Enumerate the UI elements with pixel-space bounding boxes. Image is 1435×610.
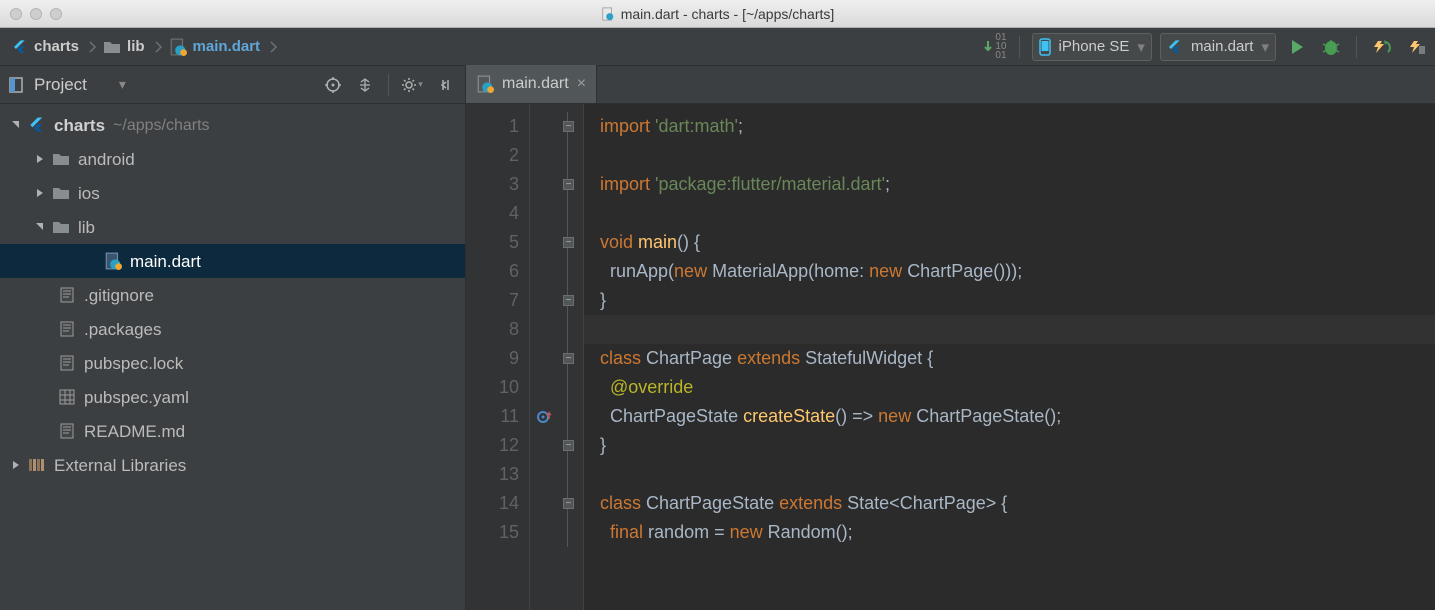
device-selector[interactable]: iPhone SE ▾ xyxy=(1032,33,1152,61)
tab-label: main.dart xyxy=(502,75,569,93)
text-file-icon xyxy=(56,321,78,337)
project-sidebar: Project ▾ ▾ charts ~/apps/charts an xyxy=(0,66,466,610)
hot-restart-button[interactable] xyxy=(1403,34,1429,60)
chevron-down-icon: ▾ xyxy=(1137,38,1145,56)
expand-arrow-icon[interactable] xyxy=(30,222,50,232)
folder-icon xyxy=(103,40,121,54)
tree-hint: ~/apps/charts xyxy=(113,112,210,139)
project-tool-header: Project ▾ ▾ xyxy=(0,66,465,104)
tree-root[interactable]: charts ~/apps/charts xyxy=(0,108,465,142)
tree-file[interactable]: pubspec.yaml xyxy=(0,380,465,414)
tree-folder[interactable]: lib xyxy=(0,210,465,244)
breadcrumb: charts lib main.dart xyxy=(6,33,278,61)
traffic-lights xyxy=(10,8,62,20)
dart-file-icon xyxy=(169,38,187,56)
project-tree[interactable]: charts ~/apps/charts android ios lib xyxy=(0,104,465,482)
text-file-icon xyxy=(56,355,78,371)
flutter-icon xyxy=(12,39,28,55)
tree-label: External Libraries xyxy=(54,452,186,479)
tree-label: README.md xyxy=(84,418,185,445)
runconfig-selector[interactable]: main.dart ▾ xyxy=(1160,33,1276,61)
chevron-down-icon[interactable]: ▾ xyxy=(119,76,126,93)
collapse-arrow-icon[interactable] xyxy=(6,460,26,470)
text-file-icon xyxy=(56,423,78,439)
runconfig-label: main.dart xyxy=(1191,38,1254,55)
tree-label: pubspec.yaml xyxy=(84,384,189,411)
separator xyxy=(388,74,389,96)
breadcrumb-label: lib xyxy=(127,38,145,55)
collapse-arrow-icon[interactable] xyxy=(30,188,50,198)
breadcrumb-item[interactable]: main.dart xyxy=(163,33,271,61)
debug-button[interactable] xyxy=(1318,34,1344,60)
tree-folder[interactable]: ios xyxy=(0,176,465,210)
editor-area: main.dart × 123456789101112131415 −−−−−−… xyxy=(466,66,1435,610)
breadcrumb-label: main.dart xyxy=(193,38,261,55)
dart-file-icon xyxy=(102,252,124,270)
download-icon[interactable]: 011001 xyxy=(983,33,1006,60)
project-view-icon[interactable] xyxy=(8,76,26,94)
titlebar: main.dart - charts - [~/apps/charts] xyxy=(0,0,1435,28)
library-icon xyxy=(26,457,48,473)
tree-file[interactable]: README.md xyxy=(0,414,465,448)
tree-file-selected[interactable]: main.dart xyxy=(0,244,465,278)
code-content[interactable]: import 'dart:math'; import 'package:flut… xyxy=(584,104,1435,610)
tree-label: .gitignore xyxy=(84,282,154,309)
breadcrumb-label: charts xyxy=(34,38,79,55)
close-window-icon[interactable] xyxy=(10,8,22,20)
separator xyxy=(1019,36,1020,58)
tree-label: charts xyxy=(54,112,105,139)
hide-button[interactable] xyxy=(431,72,457,98)
separator xyxy=(1356,36,1357,58)
dart-file-icon xyxy=(601,7,615,21)
gear-icon[interactable]: ▾ xyxy=(399,72,425,98)
fold-column[interactable]: −−−−−−− xyxy=(560,104,584,610)
hot-reload-button[interactable] xyxy=(1369,34,1395,60)
navigation-bar: charts lib main.dart 011001 iPhone SE ▾ xyxy=(0,28,1435,66)
dart-file-icon xyxy=(476,75,494,93)
chevron-right-icon xyxy=(270,33,278,61)
phone-icon xyxy=(1039,38,1051,56)
code-editor[interactable]: 123456789101112131415 −−−−−−− import 'da… xyxy=(466,104,1435,610)
locate-button[interactable] xyxy=(320,72,346,98)
folder-icon xyxy=(50,220,72,234)
tree-label: ios xyxy=(78,180,100,207)
tree-file[interactable]: .gitignore xyxy=(0,278,465,312)
breadcrumb-item[interactable]: lib xyxy=(97,33,155,61)
chevron-down-icon: ▾ xyxy=(1261,38,1269,56)
collapse-all-button[interactable] xyxy=(352,72,378,98)
chevron-right-icon xyxy=(89,33,97,61)
editor-tab[interactable]: main.dart × xyxy=(466,65,597,103)
run-button[interactable] xyxy=(1284,34,1310,60)
close-icon[interactable]: × xyxy=(577,75,586,93)
table-file-icon xyxy=(56,389,78,405)
tree-label: main.dart xyxy=(130,248,201,275)
editor-tabs: main.dart × xyxy=(466,66,1435,104)
window-title: main.dart - charts - [~/apps/charts] xyxy=(621,6,835,22)
tree-label: android xyxy=(78,146,135,173)
tree-external-libraries[interactable]: External Libraries xyxy=(0,448,465,482)
tree-label: lib xyxy=(78,214,95,241)
tree-file[interactable]: pubspec.lock xyxy=(0,346,465,380)
gutter-icon-column xyxy=(530,104,560,610)
tree-folder[interactable]: android xyxy=(0,142,465,176)
flutter-icon xyxy=(1167,39,1183,55)
breadcrumb-item[interactable]: charts xyxy=(6,33,89,61)
tree-file[interactable]: .packages xyxy=(0,312,465,346)
tree-label: .packages xyxy=(84,316,162,343)
text-file-icon xyxy=(56,287,78,303)
chevron-right-icon xyxy=(155,33,163,61)
minimize-window-icon[interactable] xyxy=(30,8,42,20)
flutter-icon xyxy=(26,116,48,134)
device-label: iPhone SE xyxy=(1059,38,1130,55)
project-label[interactable]: Project xyxy=(34,75,87,95)
collapse-arrow-icon[interactable] xyxy=(30,154,50,164)
line-number-gutter: 123456789101112131415 xyxy=(466,104,530,610)
folder-icon xyxy=(50,152,72,166)
zoom-window-icon[interactable] xyxy=(50,8,62,20)
folder-icon xyxy=(50,186,72,200)
tree-label: pubspec.lock xyxy=(84,350,183,377)
expand-arrow-icon[interactable] xyxy=(6,120,26,130)
